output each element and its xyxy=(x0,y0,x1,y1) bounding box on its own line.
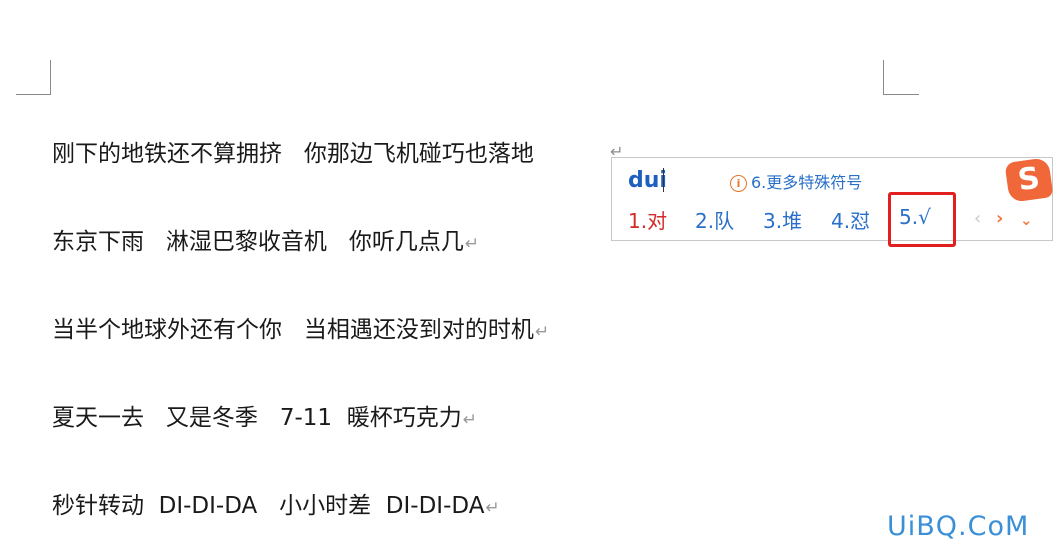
prev-page-icon[interactable]: ‹ xyxy=(974,208,981,229)
line-text: 当半个地球外还有个你 当相遇还没到对的时机 xyxy=(52,317,534,343)
document-line[interactable]: 东京下雨 淋湿巴黎收音机 你听几点几↵ xyxy=(52,227,479,259)
special-symbols-hint[interactable]: i 6.更多特殊符号 xyxy=(730,169,862,193)
page-corner-mark xyxy=(16,94,51,95)
document-line[interactable]: 刚下的地铁还不算拥挤 你那边飞机碰巧也落地 xyxy=(52,139,534,169)
next-page-icon[interactable]: › xyxy=(996,208,1003,229)
page-corner-mark xyxy=(883,94,919,95)
highlight-box xyxy=(888,192,956,247)
paragraph-mark-icon: ↵ xyxy=(485,498,500,518)
paragraph-mark-icon: ↵ xyxy=(462,410,477,430)
line-text: 刚下的地铁还不算拥挤 你那边飞机碰巧也落地 xyxy=(52,141,534,167)
page-corner-mark xyxy=(50,60,51,95)
line-text: 东京下雨 淋湿巴黎收音机 你听几点几 xyxy=(52,229,464,255)
hint-label: 6.更多特殊符号 xyxy=(751,173,863,192)
sogou-logo-icon[interactable]: S xyxy=(1004,157,1054,203)
paragraph-mark-icon: ↵ xyxy=(464,234,480,254)
candidate-item[interactable]: 4.怼 xyxy=(831,205,870,234)
candidate-item[interactable]: 1.对 xyxy=(628,205,667,234)
document-line[interactable]: 夏天一去 又是冬季 7-11 暖杯巧克力↵ xyxy=(52,403,477,435)
candidate-item[interactable]: 2.队 xyxy=(695,205,734,234)
text-caret xyxy=(663,168,664,192)
ime-pinyin-input[interactable]: dui xyxy=(628,168,667,193)
paragraph-mark-icon: ↵ xyxy=(534,322,550,342)
info-icon: i xyxy=(730,175,747,192)
candidate-item[interactable]: 3.堆 xyxy=(763,205,802,234)
page-corner-mark xyxy=(883,60,884,95)
document-line[interactable]: 当半个地球外还有个你 当相遇还没到对的时机↵ xyxy=(52,315,549,347)
line-text: 秒针转动 DI-DI-DA 小小时差 DI-DI-DA xyxy=(52,493,485,519)
ime-candidate-window: dui i 6.更多特殊符号 S 1.对 2.队 3.堆 4.怼 5.√ ‹ › … xyxy=(611,157,1054,241)
line-text: 夏天一去 又是冬季 7-11 暖杯巧克力 xyxy=(52,405,462,431)
document-line[interactable]: 秒针转动 DI-DI-DA 小小时差 DI-DI-DA↵ xyxy=(52,491,500,523)
watermark: UiBQ.CoM xyxy=(887,511,1030,542)
expand-candidates-icon[interactable]: ⌄ xyxy=(1020,211,1033,229)
